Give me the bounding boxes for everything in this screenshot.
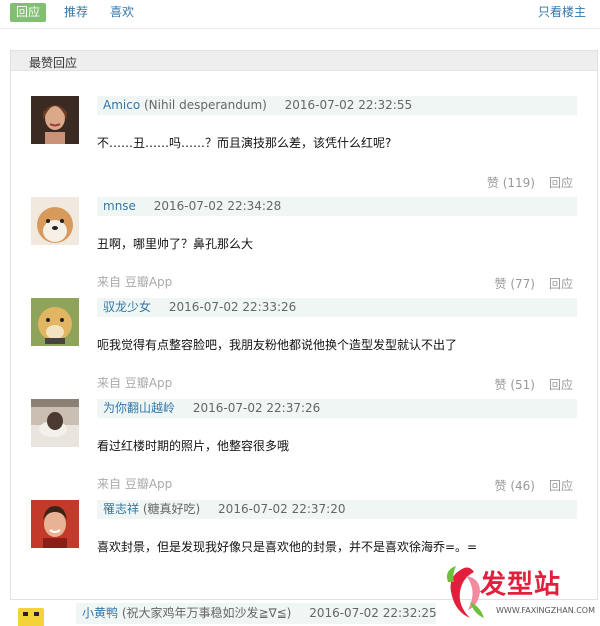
tab-replies[interactable]: 回应 [10,3,47,22]
comment-source: 来自 豆瓣App [97,275,173,289]
comment-source: 来自 豆瓣App [97,376,173,390]
comment-actions: 赞 (46) 回应 [495,477,573,494]
reply-button[interactable]: 回应 [549,378,573,392]
avatar[interactable] [31,96,79,144]
comment-item: mnse 2016-07-02 22:34:28 丑啊，哪里帅了？鼻孔那么大 来… [11,197,597,297]
avatar[interactable] [16,606,46,626]
section-title: 最赞回应 [29,56,78,70]
divider [0,28,600,29]
reply-button[interactable]: 回应 [549,479,573,493]
comment-item: 为你翻山越岭 2016-07-02 22:37:26 看过红楼时期的照片，他整容… [11,399,597,499]
like-button[interactable]: 赞 (46) [495,479,535,493]
tab-like[interactable]: 喜欢 [104,3,140,22]
top-nav: 回应 推荐 喜欢 只看楼主 [0,0,600,28]
comment-actions: 赞 (51) 回应 [495,376,573,393]
top-comments-box: 最赞回应 Amico (Nihil desperandum) 2016-07-0… [10,50,598,600]
comment-meta: mnse 2016-07-02 22:34:28 [97,197,577,216]
comment-time: 2016-07-02 22:32:55 [284,98,413,112]
comment-time: 2016-07-02 22:32:25 [309,606,437,620]
comment-source: 来自 豆瓣App [97,477,173,491]
author-note: (Nihil desperandum) [144,98,267,112]
avatar[interactable] [31,500,79,548]
watermark: 发型站 WWW.FAXINGZHAN.COM [440,562,600,626]
author-link[interactable]: Amico [103,98,140,112]
comment-text: 呃我觉得有点整容脸吧，我朋友粉他都说他换个造型发型就认不出了 [97,338,458,352]
avatar[interactable] [31,399,79,447]
comment-time: 2016-07-02 22:33:26 [168,300,297,314]
comment-text: 看过红楼时期的照片，他整容很多哦 [97,439,290,453]
author-note: (祝大家鸡年万事稳如沙发≧∇≦) [121,606,292,620]
comment-meta: 为你翻山越岭 2016-07-02 22:37:26 [97,399,577,418]
comment-meta: 小黄鸭 (祝大家鸡年万事稳如沙发≧∇≦) 2016-07-02 22:32:25 [76,603,437,624]
author-link[interactable]: 小黄鸭 [82,606,118,620]
author-link[interactable]: mnse [103,199,136,213]
comment-time: 2016-07-02 22:37:20 [218,502,346,516]
author-link[interactable]: 为你翻山越岭 [103,401,175,415]
comment-time: 2016-07-02 22:37:26 [192,401,321,415]
comment-item: Amico (Nihil desperandum) 2016-07-02 22:… [11,96,597,196]
watermark-text: 发型站 [480,570,562,600]
like-button[interactable]: 赞 (51) [495,378,535,392]
like-button[interactable]: 赞 (119) [487,176,535,190]
avatar[interactable] [31,298,79,346]
comment-meta: 驭龙少女 2016-07-02 22:33:26 [97,298,577,317]
only-op-link[interactable]: 只看楼主 [538,3,586,22]
comment-meta: Amico (Nihil desperandum) 2016-07-02 22:… [97,96,577,115]
author-link[interactable]: 驭龙少女 [103,300,151,314]
comment-item: 驭龙少女 2016-07-02 22:33:26 呃我觉得有点整容脸吧，我朋友粉… [11,298,597,398]
author-link[interactable]: 罹志祥 [103,502,139,516]
reply-button[interactable]: 回应 [549,176,573,190]
comment-time: 2016-07-02 22:34:28 [153,199,282,213]
tab-recommend[interactable]: 推荐 [58,3,94,22]
section-header: 最赞回应 [11,51,597,71]
comment-actions: 赞 (77) 回应 [495,275,573,292]
comment-text: 丑啊，哪里帅了？鼻孔那么大 [97,237,254,251]
comment-text: 不……丑……吗……？而且演技那么差，该凭什么红呢? [97,136,392,150]
author-note: (糖真好吃) [142,502,201,516]
comment-text: 喜欢封景，但是发现我好像只是喜欢他的封景，并不是喜欢徐海乔=。= [97,540,478,554]
comment-actions: 赞 (119) 回应 [487,174,573,191]
reply-button[interactable]: 回应 [549,277,573,291]
comment-meta: 罹志祥 (糖真好吃) 2016-07-02 22:37:20 [97,500,577,519]
like-button[interactable]: 赞 (77) [495,277,535,291]
avatar[interactable] [31,197,79,245]
watermark-url: WWW.FAXINGZHAN.COM [496,606,595,615]
